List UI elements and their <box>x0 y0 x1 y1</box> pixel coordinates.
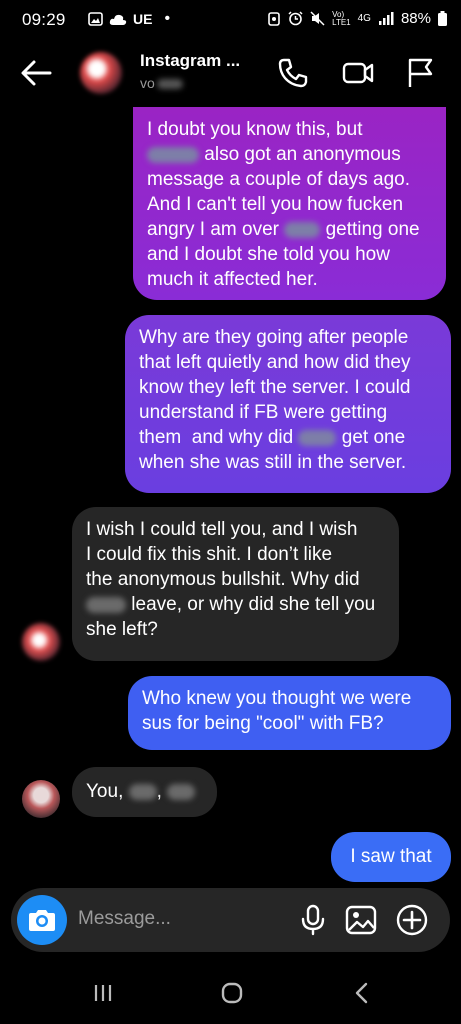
contact-name[interactable]: Instagram ... <box>140 51 240 71</box>
message-line: know they left the server. I could <box>139 377 411 398</box>
redacted-name <box>298 429 337 446</box>
message-text: getting one <box>325 219 420 240</box>
back-icon[interactable] <box>347 978 377 1008</box>
message-sent[interactable]: Why are they going after people that lef… <box>125 315 451 493</box>
redacted-name <box>128 783 157 800</box>
message-line: Why are they going after people <box>139 327 409 348</box>
message-line: much it affected her. <box>147 269 318 290</box>
message-text: angry I am over <box>147 219 279 240</box>
contact-avatar[interactable] <box>80 52 122 94</box>
status-bar: 09:29 UE • Vo) LTE1 4G 88% <box>0 0 461 44</box>
system-nav-bar <box>0 960 461 1024</box>
message-line: I could fix this shit. I don’t like <box>86 544 333 565</box>
video-icon[interactable] <box>341 56 375 90</box>
status-left-icons: UE • <box>88 10 170 28</box>
message-line: And I can't tell you how fucken <box>147 194 404 215</box>
message-text: them and why did <box>139 427 294 448</box>
message-line: she left? <box>86 619 158 640</box>
message-line: leave, or why did she tell you <box>86 592 385 617</box>
home-icon[interactable] <box>217 978 247 1008</box>
mute-icon <box>310 11 325 26</box>
message-text: You, <box>86 781 124 802</box>
image-icon[interactable] <box>344 903 378 937</box>
message-input[interactable]: Message... <box>78 908 171 930</box>
message-line: angry I am over getting one <box>147 217 432 242</box>
message-composer: Message... <box>11 888 450 952</box>
camera-button[interactable] <box>17 895 67 945</box>
flag-icon[interactable] <box>403 56 437 90</box>
chat-header: Instagram ... vo <box>0 44 461 106</box>
message-text: leave, or why did she tell you <box>131 594 376 615</box>
phone-icon[interactable] <box>276 56 310 90</box>
message-sent[interactable]: Who knew you thought we were sus for bei… <box>128 676 451 750</box>
message-line: Who knew you thought we were <box>142 688 412 709</box>
gallery-icon <box>88 12 103 26</box>
redacted-name <box>284 221 321 238</box>
message-sent[interactable]: I saw that <box>331 832 451 882</box>
message-line: them and why did get one <box>139 425 437 450</box>
signal-icon <box>378 12 394 25</box>
message-line: also got an anonymous <box>147 142 432 167</box>
status-right-icons: Vo) LTE1 4G 88% <box>267 10 447 27</box>
4g-icon: 4G <box>357 13 371 24</box>
plus-circle-icon[interactable] <box>395 903 429 937</box>
redacted-name <box>86 596 126 613</box>
message-received[interactable]: You, , <box>72 767 217 817</box>
redacted-text <box>156 79 183 90</box>
recent-apps-icon[interactable] <box>88 978 118 1008</box>
back-arrow-icon[interactable] <box>18 58 54 88</box>
cloud-icon <box>109 14 127 25</box>
sender-avatar[interactable] <box>22 780 60 818</box>
message-text: I saw that <box>350 846 432 867</box>
sender-avatar[interactable] <box>22 623 60 661</box>
carrier-label: UE <box>133 11 153 27</box>
status-time: 09:29 <box>22 10 66 29</box>
battery-percent: 88% <box>400 10 431 27</box>
message-text: also got an anonymous <box>204 144 401 165</box>
message-sent[interactable]: I doubt you know this, but also got an a… <box>133 107 446 300</box>
message-line: sus for being "cool" with FB? <box>142 713 384 734</box>
volte-icon: Vo) LTE1 <box>332 9 351 27</box>
contact-subtitle: vo <box>140 75 183 91</box>
message-text: get one <box>341 427 406 448</box>
microphone-icon[interactable] <box>296 903 330 937</box>
message-line: I wish I could tell you, and I wish <box>86 519 358 540</box>
alarm-clock-icon <box>288 11 303 26</box>
contact-subtitle-text: vo <box>140 75 155 91</box>
message-line: and I doubt she told you how <box>147 244 390 265</box>
message-text: , <box>156 781 162 802</box>
redacted-name <box>167 783 196 800</box>
message-received[interactable]: I wish I could tell you, and I wish I co… <box>72 507 399 661</box>
alarm-icon <box>268 12 280 26</box>
dot-icon: • <box>164 10 171 27</box>
message-line: that left quietly and how did they <box>139 352 411 373</box>
camera-icon <box>29 910 55 931</box>
message-line: message a couple of days ago. <box>147 169 411 190</box>
message-line: understand if FB were getting <box>139 402 388 423</box>
battery-icon <box>438 11 447 26</box>
message-line: the anonymous bullshit. Why did <box>86 569 360 590</box>
message-line: I doubt you know this, but <box>147 119 363 140</box>
redacted-name <box>147 146 199 163</box>
message-line: when she was still in the server. <box>139 452 407 473</box>
